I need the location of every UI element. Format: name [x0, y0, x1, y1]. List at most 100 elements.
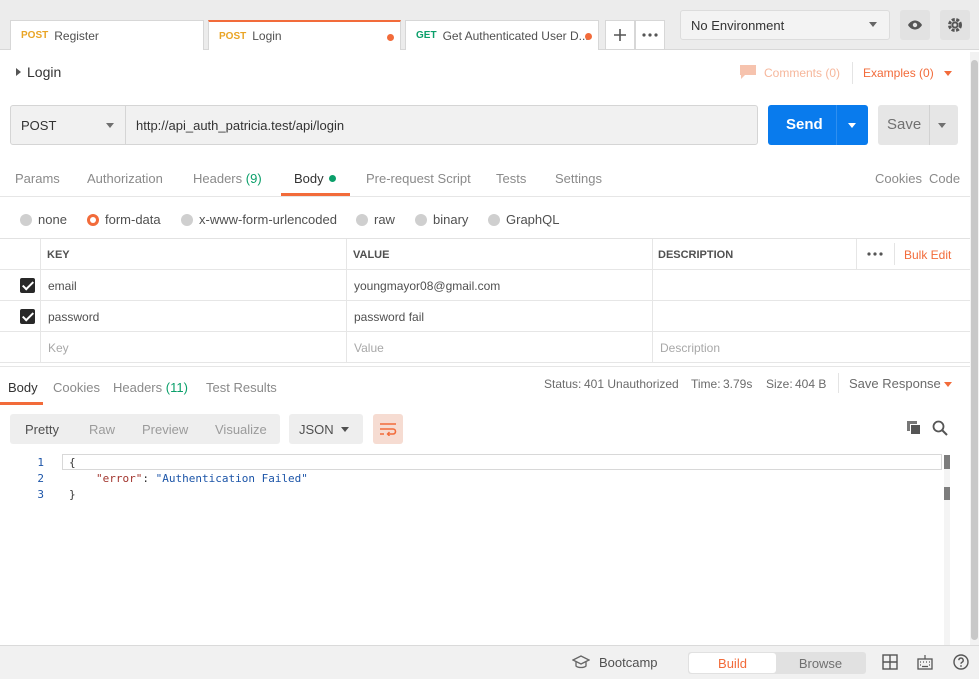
key-placeholder[interactable]: Key — [41, 332, 347, 363]
keyboard-icon[interactable] — [917, 654, 933, 670]
environment-select[interactable]: No Environment — [680, 10, 890, 40]
radio-icon — [488, 213, 500, 226]
response-tab-body[interactable]: Body — [8, 380, 38, 395]
radio-raw[interactable]: raw — [356, 212, 395, 227]
radio-none[interactable]: none — [20, 212, 67, 227]
response-tab-bar: Body Cookies Headers (11) Test Results S… — [0, 366, 970, 405]
key-column-header: KEY — [41, 239, 347, 270]
editor-scroll-marker — [944, 487, 950, 500]
url-value: http://api_auth_patricia.test/api/login — [136, 117, 345, 133]
send-button[interactable]: Send — [768, 105, 868, 145]
response-tab-headers[interactable]: Headers (11) — [113, 380, 188, 395]
more-horizontal-icon[interactable] — [867, 252, 883, 256]
chevron-down-icon — [106, 123, 114, 128]
response-headers-count: (11) — [165, 380, 188, 395]
response-tab-headers-label: Headers — [113, 380, 163, 395]
value-cell[interactable]: youngmayor08@gmail.com — [347, 270, 653, 301]
key-cell[interactable]: password — [41, 301, 347, 332]
tab-get-authenticated-user[interactable]: GET Get Authenticated User D... — [405, 20, 599, 50]
new-tab-button[interactable] — [605, 20, 635, 50]
bulk-edit-button[interactable]: Bulk Edit — [904, 248, 951, 262]
checkbox-checked-icon[interactable] — [20, 309, 35, 324]
size-value[interactable]: 404 B — [795, 377, 826, 391]
window-scrollbar-thumb[interactable] — [971, 60, 978, 640]
tab-params[interactable]: Params — [15, 171, 60, 186]
tab-headers[interactable]: Headers (9) — [193, 171, 262, 186]
format-preview-button[interactable]: Preview — [142, 422, 188, 437]
comments-button[interactable]: Comments (0) — [764, 66, 840, 80]
value-column-header: VALUE — [347, 239, 653, 270]
manage-environments-button[interactable] — [940, 10, 970, 40]
copy-icon[interactable] — [906, 420, 922, 436]
code-line: } — [69, 488, 76, 501]
line-number: 1 — [37, 456, 44, 469]
tab-options-button[interactable] — [635, 20, 665, 50]
format-visualize-button[interactable]: Visualize — [215, 422, 267, 437]
description-column-header: DESCRIPTION — [653, 239, 857, 270]
divider — [852, 62, 853, 84]
checkbox-cell — [0, 270, 41, 301]
value-cell[interactable]: password fail — [347, 301, 653, 332]
wrap-lines-button[interactable] — [373, 414, 403, 444]
format-raw-button[interactable]: Raw — [89, 422, 115, 437]
table-row: password password fail — [0, 301, 970, 332]
environment-quick-look-button[interactable] — [900, 10, 930, 40]
radio-graphql[interactable]: GraphQL — [488, 212, 559, 227]
url-input[interactable]: http://api_auth_patricia.test/api/login — [125, 105, 758, 145]
two-pane-view-icon[interactable] — [882, 654, 898, 670]
editor-scrollbar[interactable] — [944, 455, 950, 645]
size-label: Size: — [766, 377, 793, 391]
status-value[interactable]: 401 Unauthorized — [584, 377, 679, 391]
response-tab-cookies[interactable]: Cookies — [53, 380, 100, 395]
tab-login[interactable]: POST Login — [208, 20, 401, 50]
caret-right-icon[interactable] — [16, 68, 21, 76]
bootcamp-button[interactable]: Bootcamp — [599, 655, 658, 670]
send-options-chevron-icon[interactable] — [848, 123, 856, 128]
tab-body[interactable]: Body — [294, 171, 337, 186]
help-icon[interactable] — [953, 654, 969, 670]
radio-form-data[interactable]: form-data — [87, 212, 161, 227]
save-button[interactable]: Save — [878, 105, 958, 145]
checkbox-cell — [0, 332, 41, 363]
table-row-new: Key Value Description — [0, 332, 970, 363]
status-label: Status: — [544, 377, 582, 391]
tab-register[interactable]: POST Register — [10, 20, 204, 50]
examples-button[interactable]: Examples (0) — [863, 66, 934, 80]
browse-mode-button[interactable]: Browse — [776, 653, 865, 673]
description-cell[interactable] — [653, 270, 970, 301]
search-icon[interactable] — [932, 420, 948, 436]
tab-authorization[interactable]: Authorization — [87, 171, 163, 186]
divider — [929, 105, 930, 145]
cookies-link[interactable]: Cookies — [875, 171, 922, 186]
save-response-button[interactable]: Save Response — [849, 376, 941, 391]
checkbox-checked-icon[interactable] — [20, 278, 35, 293]
format-pretty-button[interactable]: Pretty — [25, 422, 59, 437]
table-row: email youngmayor08@gmail.com — [0, 270, 970, 301]
radio-binary[interactable]: binary — [415, 212, 468, 227]
description-cell[interactable] — [653, 301, 970, 332]
value-placeholder[interactable]: Value — [347, 332, 653, 363]
editor-scrollbar-thumb[interactable] — [944, 455, 950, 469]
language-select[interactable]: JSON — [289, 414, 363, 444]
build-mode-button[interactable]: Build — [689, 653, 776, 673]
tab-settings[interactable]: Settings — [555, 171, 602, 186]
radio-x-www-form-urlencoded[interactable]: x-www-form-urlencoded — [181, 212, 337, 227]
code-link[interactable]: Code — [929, 171, 960, 186]
radio-selected-icon — [87, 213, 99, 226]
plus-icon — [614, 29, 626, 41]
response-tab-test-results[interactable]: Test Results — [206, 380, 277, 395]
tab-pre-request-script[interactable]: Pre-request Script — [366, 171, 471, 186]
divider — [836, 105, 837, 145]
description-placeholder[interactable]: Description — [653, 332, 970, 363]
tab-label: Register — [54, 28, 99, 43]
send-label: Send — [786, 116, 823, 133]
checkbox-column-header — [0, 239, 41, 270]
tab-tests[interactable]: Tests — [496, 171, 526, 186]
request-name[interactable]: Login — [27, 64, 61, 80]
save-options-chevron-icon[interactable] — [938, 123, 946, 128]
tab-label: Get Authenticated User D... — [442, 28, 588, 43]
key-cell[interactable]: email — [41, 270, 347, 301]
response-body-editor[interactable]: 1 { 2 "error": "Authentication Failed" 3… — [0, 452, 950, 644]
time-value[interactable]: 3.79s — [723, 377, 752, 391]
method-select[interactable]: POST — [10, 105, 126, 145]
